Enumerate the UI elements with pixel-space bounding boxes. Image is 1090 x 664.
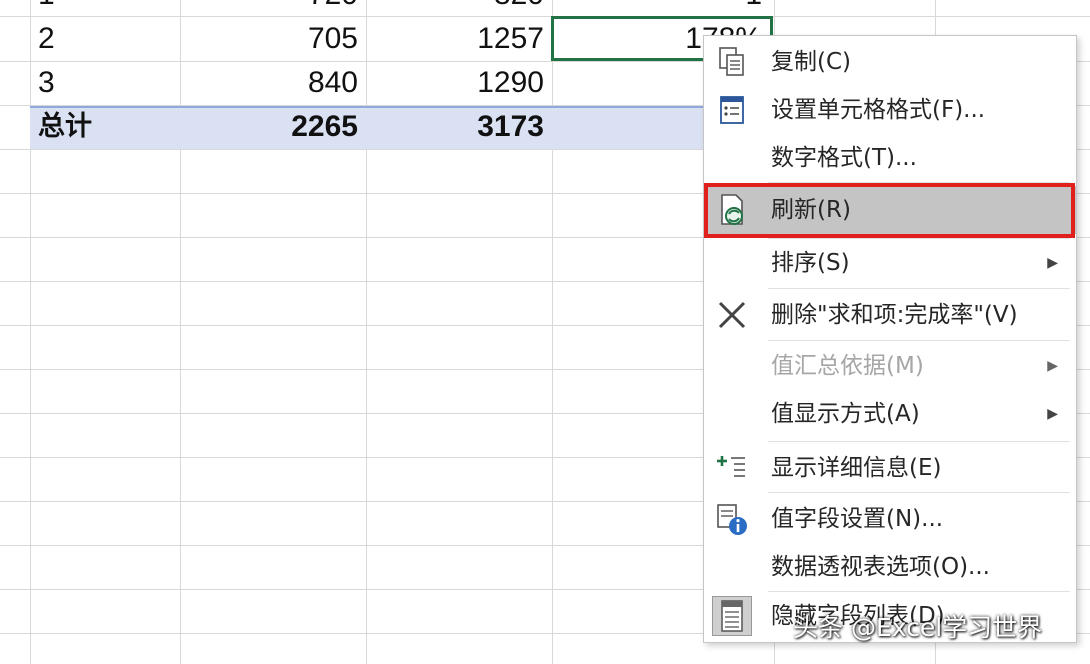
total-label-cell[interactable]: 总计 (38, 105, 92, 149)
value-cell[interactable]: 820 (376, 0, 544, 17)
menu-item-label: 值汇总依据(M) (771, 353, 924, 379)
menu-item-label: 删除"求和项:完成率"(V) (771, 302, 1018, 328)
format-cells-icon (712, 90, 752, 130)
menu-separator (768, 288, 1070, 289)
watermark-text: 头条 @Excel学习世界 (793, 613, 1043, 642)
menu-item-sort[interactable]: 排序(S) ▶ (704, 239, 1076, 287)
value-cell[interactable]: 840 (190, 61, 358, 105)
highlight-annotation-box (704, 183, 1075, 238)
submenu-arrow-icon: ▶ (1047, 358, 1058, 374)
menu-item-show-details[interactable]: 显示详细信息(E) (704, 444, 1076, 492)
field-settings-icon (712, 499, 752, 539)
context-menu[interactable]: 复制(C) 设置单元格格式(F)... 数字格式(T)... 刷新(R) 排序(… (703, 35, 1077, 643)
value-cell[interactable]: 705 (190, 17, 358, 61)
value-cell[interactable]: 1257 (376, 17, 544, 61)
submenu-arrow-icon: ▶ (1047, 255, 1058, 271)
total-value-cell[interactable]: 3173 (376, 105, 544, 149)
menu-item-label: 值字段设置(N)... (771, 506, 944, 532)
menu-item-delete-field[interactable]: 删除"求和项:完成率"(V) (704, 291, 1076, 339)
total-value-cell[interactable]: 2265 (190, 105, 358, 149)
copy-icon (712, 42, 752, 82)
menu-item-label: 排序(S) (771, 250, 850, 276)
menu-item-copy[interactable]: 复制(C) (704, 38, 1076, 86)
row-label-cell[interactable]: 1 (38, 0, 55, 17)
grid-line (366, 0, 367, 664)
menu-item-show-values-as[interactable]: 值显示方式(A) ▶ (704, 390, 1076, 438)
menu-item-summarize-by[interactable]: 值汇总依据(M) ▶ (704, 342, 1076, 390)
menu-separator (768, 340, 1070, 341)
menu-separator (768, 492, 1070, 493)
value-cell[interactable]: 720 (190, 0, 358, 17)
field-list-icon (712, 596, 752, 636)
row-label-cell[interactable]: 2 (38, 17, 55, 61)
submenu-arrow-icon: ▶ (1047, 406, 1058, 422)
menu-item-format-cells[interactable]: 设置单元格格式(F)... (704, 86, 1076, 134)
show-detail-icon (712, 448, 752, 488)
grid-line (552, 0, 553, 664)
delete-x-icon (712, 295, 752, 335)
menu-separator (768, 441, 1070, 442)
menu-item-label: 数字格式(T)... (771, 145, 917, 171)
grid-line (30, 0, 31, 664)
grid-line (0, 16, 1090, 17)
row-label-cell[interactable]: 3 (38, 61, 55, 105)
value-cell[interactable]: 1290 (376, 61, 544, 105)
menu-item-label: 复制(C) (771, 49, 852, 75)
menu-item-number-format[interactable]: 数字格式(T)... (704, 134, 1076, 182)
value-cell[interactable]: 1 (562, 0, 762, 17)
menu-item-label: 值显示方式(A) (771, 401, 920, 427)
menu-item-label: 设置单元格格式(F)... (771, 97, 986, 123)
menu-item-pivot-options[interactable]: 数据透视表选项(O)... (704, 543, 1076, 591)
grid-line (180, 0, 181, 664)
menu-item-label: 显示详细信息(E) (771, 455, 942, 481)
menu-item-label: 数据透视表选项(O)... (771, 554, 990, 580)
menu-item-value-field-settings[interactable]: 值字段设置(N)... (704, 495, 1076, 543)
